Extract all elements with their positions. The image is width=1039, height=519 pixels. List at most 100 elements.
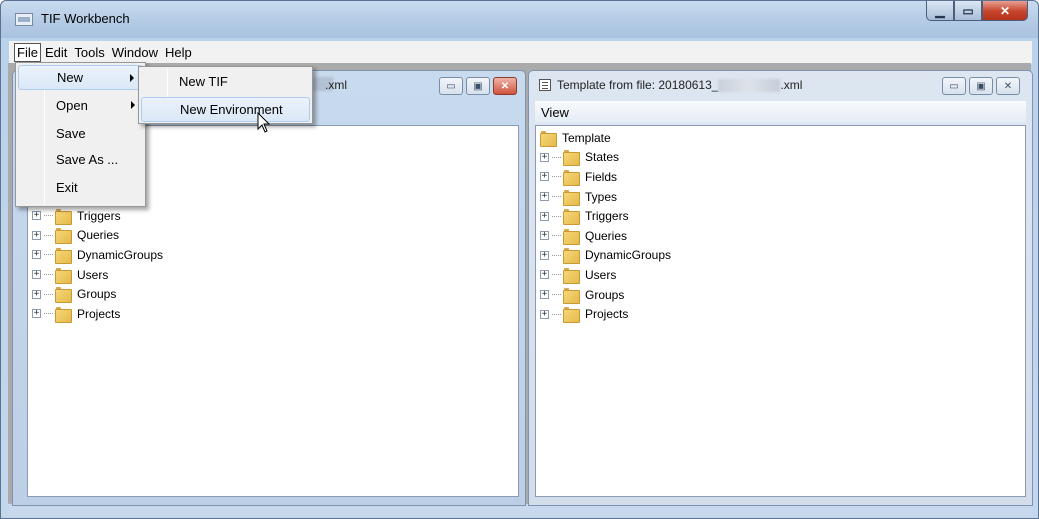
tree-connector [552, 235, 561, 237]
tree-connector [44, 293, 53, 295]
expand-icon[interactable]: + [32, 289, 41, 299]
file-menu-exit[interactable]: Exit [18, 175, 143, 200]
minimize-button[interactable]: ▁ [926, 1, 954, 21]
tree-connector [44, 313, 53, 315]
tree-node-states[interactable]: + States [540, 148, 671, 168]
tree-node-label: Projects [77, 306, 121, 321]
tree-connector [552, 215, 561, 217]
menu-file[interactable]: File [14, 43, 41, 62]
tree-node-label: Types [585, 189, 618, 204]
tree-node-label: Users [77, 267, 109, 282]
tree-node-queries[interactable]: + Queries [32, 226, 163, 246]
tree-connector [552, 156, 561, 158]
right-child-window: Template from file: 20180613_ .xml ▭ ▣ ✕ … [528, 70, 1033, 506]
expand-icon[interactable]: + [32, 270, 41, 280]
menu-edit[interactable]: Edit [42, 43, 70, 62]
left-child-close-button[interactable]: ✕ [493, 77, 517, 95]
right-tree-view[interactable]: Template + States + Fields + Types + Triggers + Q… [535, 125, 1026, 497]
tree-node-projects[interactable]: + Projects [540, 304, 671, 324]
tree-connector [552, 196, 561, 198]
file-menu-save[interactable]: Save [18, 121, 143, 146]
folder-icon [563, 150, 580, 167]
tree-connector [44, 274, 53, 276]
right-child-menubar: View [535, 101, 1026, 123]
menu-bar: File Edit Tools Window Help [9, 41, 1032, 64]
folder-icon [55, 247, 72, 264]
expand-icon[interactable]: + [32, 230, 41, 240]
expand-icon[interactable]: + [540, 231, 549, 241]
tree-node-fields[interactable]: + Fields [540, 167, 671, 187]
folder-icon [563, 189, 580, 206]
folder-icon [540, 130, 557, 147]
submenu-arrow-icon [131, 101, 135, 109]
left-child-restore-button[interactable]: ▣ [466, 77, 490, 95]
expand-icon[interactable]: + [540, 211, 549, 221]
close-button[interactable]: ✕ [982, 1, 1028, 21]
right-child-title: Template from file: 20180613_ .xml [557, 78, 803, 93]
tree-node-label: Template [562, 130, 611, 145]
expand-icon[interactable]: + [540, 172, 549, 182]
expand-icon[interactable]: + [32, 309, 41, 319]
tree-node-label: Fields [585, 169, 618, 184]
tree-node-label: Groups [585, 287, 625, 302]
submenu-new-environment[interactable]: New Environment [141, 97, 310, 122]
right-child-minimize-button[interactable]: ▭ [942, 77, 966, 95]
menu-view[interactable]: View [541, 105, 569, 120]
file-menu-save-as[interactable]: Save As ... [18, 147, 143, 172]
expand-icon[interactable]: + [540, 192, 549, 202]
tree-node-triggers[interactable]: + Triggers [540, 206, 671, 226]
tree-node-groups[interactable]: + Groups [540, 285, 671, 305]
right-title-suffix: .xml [780, 78, 803, 92]
menu-window[interactable]: Window [109, 43, 161, 62]
tree-node-dynamicgroups[interactable]: + DynamicGroups [32, 245, 163, 265]
submenu-new-tif[interactable]: New TIF [141, 69, 310, 94]
expand-icon[interactable]: + [540, 309, 549, 319]
maximize-button[interactable]: ▭ [954, 1, 982, 21]
tree-node-label: States [585, 150, 620, 165]
tree-connector [44, 234, 53, 236]
tree-node-triggers[interactable]: + Triggers [32, 206, 163, 226]
folder-icon [563, 209, 580, 226]
right-child-restore-button[interactable]: ▣ [969, 77, 993, 95]
folder-icon [563, 248, 580, 265]
tree-node-projects[interactable]: + Projects [32, 304, 163, 324]
redacted-filename [718, 79, 781, 93]
menu-item-label: Save As ... [56, 152, 119, 167]
right-child-close-button[interactable]: ✕ [996, 77, 1020, 95]
folder-icon [563, 228, 580, 245]
tree-node-label: Projects [585, 307, 629, 322]
tree-node-label: DynamicGroups [585, 248, 672, 263]
menu-item-label: New [57, 70, 84, 85]
left-child-minimize-button[interactable]: ▭ [439, 77, 463, 95]
tree-node-types[interactable]: + Types [540, 187, 671, 207]
title-bar[interactable]: TIF Workbench ▁ ▭ ✕ [1, 1, 1038, 38]
menu-help[interactable]: Help [162, 43, 195, 62]
menu-tools[interactable]: Tools [71, 43, 107, 62]
expand-icon[interactable]: + [32, 211, 41, 221]
right-child-titlebar[interactable]: Template from file: 20180613_ .xml ▭ ▣ ✕ [529, 71, 1032, 99]
expand-icon[interactable]: + [540, 152, 549, 162]
tree-connector [552, 274, 561, 276]
submenu-arrow-icon [130, 74, 134, 82]
tree-node-queries[interactable]: + Queries [540, 226, 671, 246]
expand-icon[interactable]: + [540, 270, 549, 280]
tree-node-label: DynamicGroups [77, 247, 164, 262]
right-tree: Template + States + Fields + Types + Triggers + Q… [540, 128, 671, 324]
window-title: TIF Workbench [41, 11, 130, 26]
expand-icon[interactable]: + [32, 250, 41, 260]
file-menu-new[interactable]: New [18, 65, 143, 90]
menu-item-label: New TIF [179, 74, 228, 89]
expand-icon[interactable]: + [540, 250, 549, 260]
file-menu-open[interactable]: Open [18, 93, 143, 118]
tree-root-node[interactable]: Template [540, 128, 671, 148]
folder-icon [563, 307, 580, 324]
tree-node-groups[interactable]: + Groups [32, 284, 163, 304]
expand-icon[interactable]: + [540, 290, 549, 300]
tree-node-dynamicgroups[interactable]: + DynamicGroups [540, 246, 671, 266]
mouse-cursor-icon [257, 112, 271, 133]
document-icon [539, 79, 551, 91]
tree-node-users[interactable]: + Users [540, 265, 671, 285]
tree-node-label: Queries [585, 228, 628, 243]
tree-node-users[interactable]: + Users [32, 265, 163, 285]
menu-item-label: Open [56, 98, 88, 113]
